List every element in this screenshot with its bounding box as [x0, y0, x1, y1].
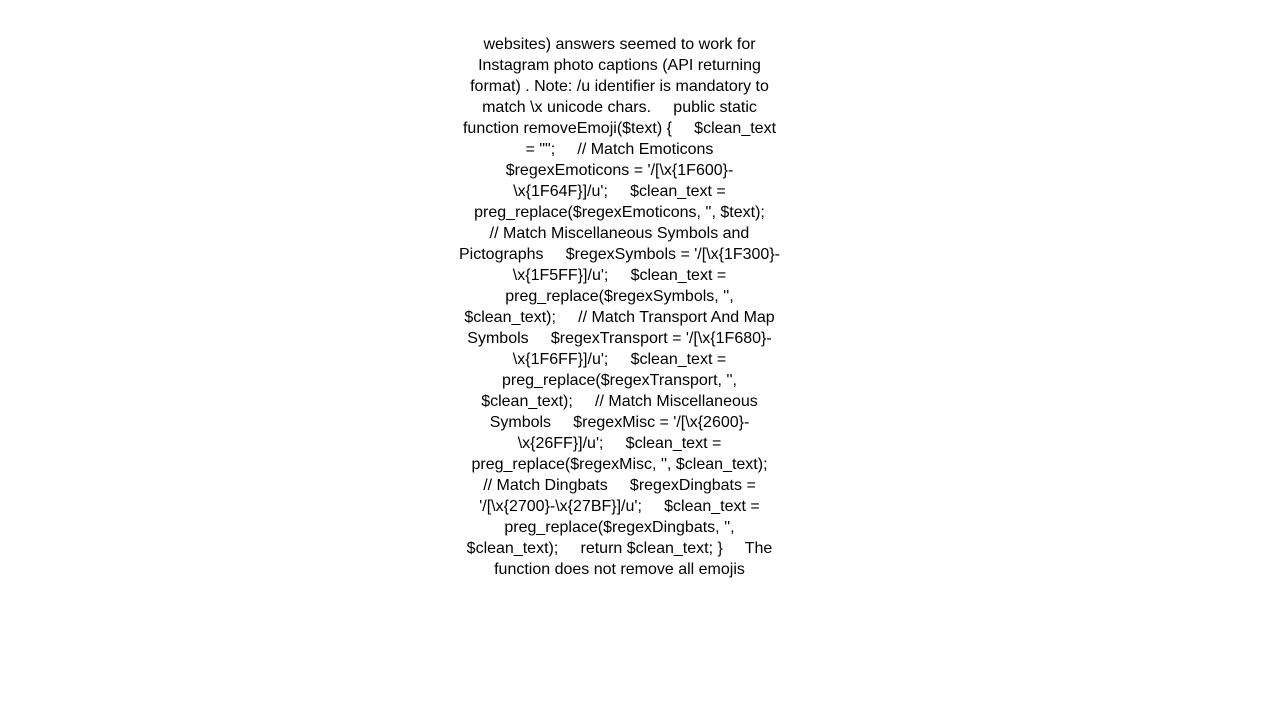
answer-body-text: websites) answers seemed to work for Ins…	[459, 36, 790, 578]
answer-text-column: websites) answers seemed to work for Ins…	[459, 0, 780, 622]
page-root: websites) answers seemed to work for Ins…	[0, 0, 1280, 720]
bottom-clip-mask	[0, 681, 1280, 720]
